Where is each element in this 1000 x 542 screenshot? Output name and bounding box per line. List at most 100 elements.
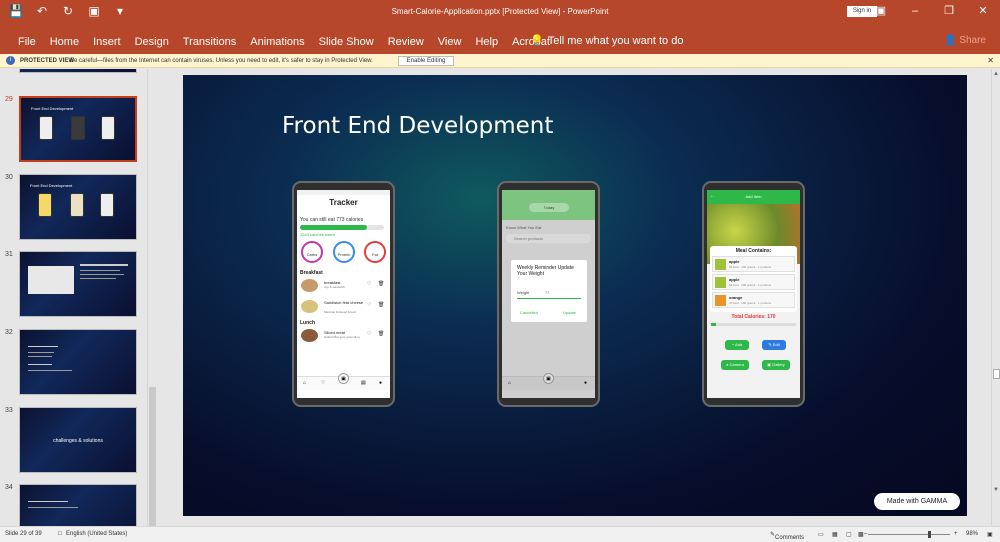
thumbnail-diagram <box>28 266 74 294</box>
shield-icon: i <box>6 56 15 65</box>
slide-sorter-icon[interactable]: ▦ <box>832 531 838 538</box>
reading-view-icon[interactable]: ▢ <box>846 531 852 538</box>
tell-me-label: Tell me what you want to do <box>547 34 684 47</box>
thumbnail-phone <box>39 116 53 140</box>
trash-icon[interactable]: 🗑 <box>378 302 384 308</box>
update-button[interactable]: Update <box>563 310 576 315</box>
ribbon-tabs: File Home Insert Design Transitions Anim… <box>0 30 1000 54</box>
zoom-level[interactable]: 98% <box>966 531 978 537</box>
screen-heading: Know What You Eat <box>506 225 542 230</box>
heart-icon[interactable]: ♡ <box>367 302 371 308</box>
apple-image <box>715 259 726 270</box>
profile-icon[interactable]: ● <box>584 380 587 386</box>
tab-review[interactable]: Review <box>388 36 424 48</box>
item-name: apple <box>729 259 740 264</box>
zoom-slider[interactable] <box>868 534 950 535</box>
title-bar: 💾 ↶ ↻ ▣ ▾ Smart-Calorie-Application.pptx… <box>0 0 1000 30</box>
slide-thumbnail-31[interactable] <box>19 251 137 317</box>
tab-insert[interactable]: Insert <box>93 36 121 48</box>
tab-help[interactable]: Help <box>475 36 498 48</box>
scan-icon[interactable]: ▣ <box>543 373 554 384</box>
slide-title: Front End Development <box>282 113 554 139</box>
thumbnail-title: Front End Development <box>31 106 74 111</box>
comments-button[interactable]: ✎ Comments <box>770 531 804 541</box>
slide-thumbnail-29[interactable]: Front End Development <box>19 96 137 162</box>
status-bar: Slide 29 of 39 □ English (United States)… <box>0 526 1000 542</box>
thumbnail-text-line <box>28 370 72 371</box>
cancel-button[interactable]: Cancelled <box>520 310 538 315</box>
meal-item[interactable]: apple 52 kcal · 100 grams · 1 portions <box>712 274 795 290</box>
enable-editing-button[interactable]: Enable Editing <box>398 56 454 66</box>
input-underline <box>517 298 581 299</box>
tab-home[interactable]: Home <box>50 36 79 48</box>
bottom-nav: ⌂ ▣ ● <box>502 373 595 390</box>
heart-icon[interactable]: ♡ <box>367 281 371 287</box>
camera-button[interactable]: ● Camera <box>721 360 749 370</box>
spell-check-icon[interactable]: □ <box>58 531 62 537</box>
tab-slide-show[interactable]: Slide Show <box>319 36 374 48</box>
scrollbar-thumb[interactable] <box>149 387 156 527</box>
scrollbar-thumb[interactable] <box>993 369 1000 379</box>
zoom-out-icon[interactable]: – <box>864 531 867 537</box>
add-label: Add <box>735 342 743 347</box>
protein-ring: Protein <box>333 241 355 263</box>
bottom-nav: ⌂ ♡ ▣ ▤ ● <box>297 373 390 390</box>
share-button[interactable]: 👤 Share <box>944 35 986 46</box>
slide-thumbnail-34[interactable] <box>19 484 137 526</box>
zoom-slider-knob[interactable] <box>928 531 931 538</box>
slide-thumbnail-pane: 29 Front End Development 30 Front End De… <box>0 69 146 526</box>
slideshow-icon[interactable]: ▩ <box>858 531 864 538</box>
minimize-icon[interactable]: – <box>898 3 932 25</box>
restore-icon[interactable]: ❐ <box>932 3 966 25</box>
weight-value[interactable]: 73 <box>545 290 549 295</box>
tab-transitions[interactable]: Transitions <box>183 36 236 48</box>
close-icon[interactable]: ✕ <box>966 3 1000 25</box>
current-slide[interactable]: Front End Development Tracker You can st… <box>183 75 967 516</box>
slide-thumbnail-30[interactable]: Front End Development <box>19 174 137 240</box>
item-name: orange <box>729 295 743 300</box>
tab-view[interactable]: View <box>438 36 462 48</box>
tab-animations[interactable]: Animations <box>250 36 304 48</box>
fit-slide-icon[interactable]: ▣ <box>987 531 993 538</box>
trash-icon[interactable]: 🗑 <box>378 331 384 337</box>
normal-view-icon[interactable]: ▭ <box>818 531 824 538</box>
heart-icon[interactable]: ♡ <box>367 331 371 337</box>
thumbnail-phone <box>70 193 84 217</box>
thumbnail-phone <box>101 116 115 140</box>
slide-scrollbar[interactable]: ▲ ▼ <box>991 69 1000 526</box>
slide-thumbnail-28[interactable] <box>19 69 137 73</box>
search-products-input[interactable]: Search products <box>506 234 591 243</box>
meal-item[interactable]: orange 47 kcal · 100 grams · 1 portions <box>712 292 795 308</box>
panel-title: Meal Contains: <box>735 248 772 254</box>
heart-icon[interactable]: ♡ <box>321 380 325 386</box>
calorie-meter-fill <box>300 225 368 230</box>
slide-thumbnail-32[interactable] <box>19 329 137 395</box>
tab-design[interactable]: Design <box>135 36 169 48</box>
thumbnail-text-line <box>80 274 124 275</box>
thumbnail-scrollbar[interactable] <box>147 69 156 527</box>
tab-file[interactable]: File <box>18 36 36 48</box>
made-with-gamma-badge[interactable]: Made with GAMMA <box>874 493 960 510</box>
profile-icon[interactable]: ● <box>379 380 382 386</box>
thumbnail-text-line <box>28 346 58 347</box>
trash-icon[interactable]: 🗑 <box>378 281 384 287</box>
close-bar-icon[interactable]: ✕ <box>987 56 994 65</box>
thumbnail-title: Front End Development <box>30 183 73 188</box>
gallery-button[interactable]: ▣ Gallery <box>762 360 790 370</box>
home-icon[interactable]: ⌂ <box>508 380 511 386</box>
meal-item[interactable]: apple 52 kcal · 100 grams · 1 portions <box>712 256 795 272</box>
ribbon-display-icon[interactable]: ▣ <box>864 3 898 25</box>
scroll-up-icon[interactable]: ▲ <box>993 71 999 77</box>
home-icon[interactable]: ⌂ <box>303 380 306 386</box>
scroll-down-icon[interactable]: ▼ <box>993 487 999 493</box>
slide-thumbnail-33[interactable]: challenges & solutions <box>19 407 137 473</box>
zoom-in-icon[interactable]: + <box>954 531 958 537</box>
lightbulb-icon: 💡 <box>530 35 544 47</box>
report-icon[interactable]: ▤ <box>361 380 366 386</box>
tell-me-box[interactable]: 💡 Tell me what you want to do <box>530 34 684 48</box>
today-tab[interactable]: Today <box>529 203 569 212</box>
scan-icon[interactable]: ▣ <box>338 373 349 384</box>
edit-button[interactable]: ✎ Edit <box>762 340 786 350</box>
add-button[interactable]: + Add <box>725 340 749 350</box>
language-indicator[interactable]: English (United States) <box>66 531 127 537</box>
